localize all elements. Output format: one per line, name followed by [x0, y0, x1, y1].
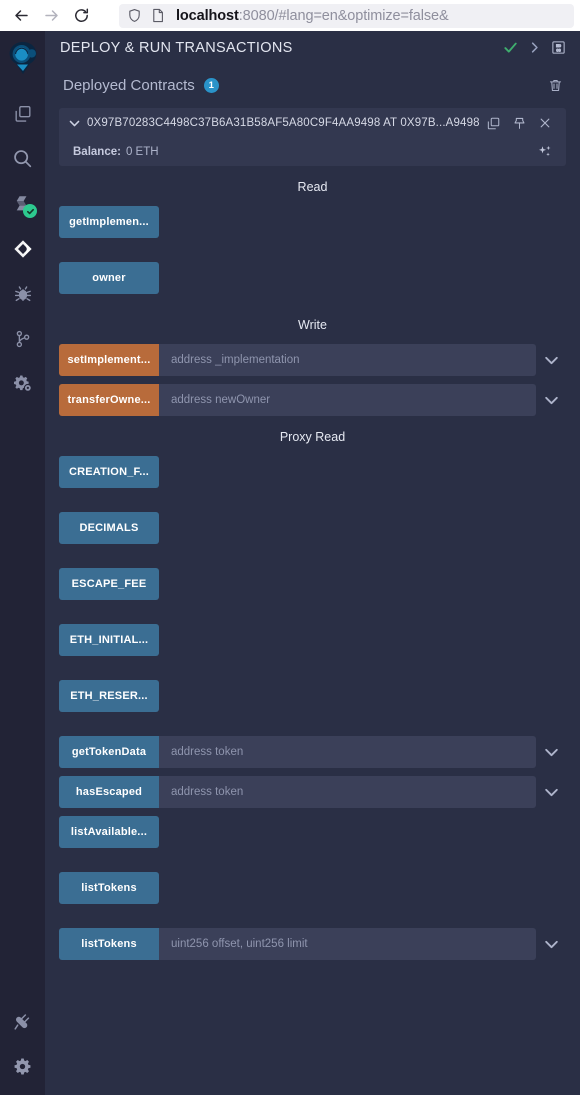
- url-text: localhost:8080/#lang=en&optimize=false&: [176, 8, 449, 24]
- function-button-eth-reser[interactable]: ETH_RESER...: [59, 680, 159, 712]
- file-explorer-icon: [13, 104, 33, 124]
- sidebar-item-git[interactable]: [0, 316, 45, 361]
- function-row: ESCAPE_FEE: [59, 568, 566, 600]
- deployed-contracts-count: 1: [203, 77, 219, 93]
- svg-text:06: 06: [556, 47, 561, 52]
- function-button-transferowne[interactable]: transferOwne...: [59, 384, 159, 416]
- search-icon: [12, 148, 33, 169]
- function-row: ETH_INITIAL...: [59, 624, 566, 656]
- url-host: localhost: [176, 7, 239, 24]
- chevron-right-icon[interactable]: [522, 36, 546, 60]
- function-row: listTokens: [59, 872, 566, 904]
- deployed-contracts-title: Deployed Contracts: [63, 76, 195, 94]
- contract-balance-row: Balance: 0 ETH: [59, 138, 566, 166]
- function-button-listtokens[interactable]: listTokens: [59, 872, 159, 904]
- debugger-icon: [13, 284, 33, 304]
- expand-params-chevron-down-icon[interactable]: [536, 736, 566, 768]
- function-button-listavailable[interactable]: listAvailable...: [59, 816, 159, 848]
- function-input[interactable]: address _implementation: [159, 344, 536, 376]
- compiler-success-badge: [23, 204, 37, 218]
- page-title: DEPLOY & RUN TRANSACTIONS: [60, 39, 293, 56]
- browser-reload-button[interactable]: [66, 1, 96, 31]
- sidebar-item-debugger[interactable]: [0, 271, 45, 316]
- function-row: listAvailable...: [59, 816, 566, 848]
- function-row: setImplement... address _implementation: [59, 344, 566, 376]
- function-row: getImplemen...: [59, 206, 566, 238]
- function-group-label: Write: [298, 318, 327, 332]
- function-input[interactable]: address token: [159, 776, 536, 808]
- contract-header-row[interactable]: 0X97B70283C4498C37B6A31B58AF5A80C9F4AA94…: [59, 108, 566, 138]
- function-input[interactable]: uint256 offset, uint256 limit: [159, 928, 536, 960]
- balance-value: 0 ETH: [125, 146, 159, 158]
- icon-sidebar: [0, 31, 45, 1095]
- function-input[interactable]: address token: [159, 736, 536, 768]
- expand-params-chevron-down-icon[interactable]: [536, 344, 566, 376]
- copy-icon[interactable]: [480, 116, 506, 131]
- function-group-label: Proxy Read: [279, 430, 346, 444]
- url-rest: :8080/#lang=en&optimize=false&: [238, 7, 449, 24]
- deploy-run-icon: [12, 238, 34, 260]
- sidebar-item-plugins[interactable]: [0, 999, 45, 1044]
- remix-logo[interactable]: [5, 39, 41, 77]
- function-button-gettokendata[interactable]: getTokenData: [59, 736, 159, 768]
- function-row: hasEscaped address token: [59, 776, 566, 808]
- url-bar[interactable]: localhost:8080/#lang=en&optimize=false&: [119, 3, 574, 28]
- expand-params-chevron-down-icon[interactable]: [536, 776, 566, 808]
- sidebar-item-search[interactable]: [0, 136, 45, 181]
- chevron-down-icon[interactable]: [65, 117, 83, 130]
- panel-header: DEPLOY & RUN TRANSACTIONS E0 06: [45, 31, 580, 64]
- browser-forward-button[interactable]: [36, 1, 66, 31]
- function-button-owner[interactable]: owner: [59, 262, 159, 294]
- functions-area: Read getImplemen... owner Write setImplement…: [45, 166, 580, 1095]
- function-row: DECIMALS: [59, 512, 566, 544]
- pin-icon[interactable]: [506, 116, 532, 131]
- check-icon[interactable]: [498, 36, 522, 60]
- page-icon: [151, 8, 165, 23]
- balance-label: Balance:: [73, 146, 121, 158]
- function-button-setimplement[interactable]: setImplement...: [59, 344, 159, 376]
- shield-icon: [127, 8, 142, 23]
- function-group-label: Read: [297, 180, 328, 194]
- sidebar-item-settings[interactable]: [0, 1044, 45, 1089]
- browser-toolbar: localhost:8080/#lang=en&optimize=false&: [0, 0, 580, 31]
- expand-params-chevron-down-icon[interactable]: [536, 384, 566, 416]
- function-button-decimals[interactable]: DECIMALS: [59, 512, 159, 544]
- function-row: ETH_RESER...: [59, 680, 566, 712]
- contract-address-label: 0X97B70283C4498C37B6A31B58AF5A80C9F4AA94…: [87, 117, 480, 129]
- sidebar-item-file-explorer[interactable]: [0, 91, 45, 136]
- function-button-escape-fee[interactable]: ESCAPE_FEE: [59, 568, 159, 600]
- function-button-getimplemen[interactable]: getImplemen...: [59, 206, 159, 238]
- function-input[interactable]: address newOwner: [159, 384, 536, 416]
- function-button-eth-initial[interactable]: ETH_INITIAL...: [59, 624, 159, 656]
- deploy-run-panel: DEPLOY & RUN TRANSACTIONS E0 06 Deployed …: [45, 31, 580, 1095]
- deployed-contract-card: 0X97B70283C4498C37B6A31B58AF5A80C9F4AA94…: [59, 108, 566, 166]
- function-row: owner: [59, 262, 566, 294]
- function-button-creation-f[interactable]: CREATION_F...: [59, 456, 159, 488]
- function-row: getTokenData address token: [59, 736, 566, 768]
- close-icon[interactable]: [532, 116, 558, 130]
- sparkles-icon[interactable]: [532, 144, 558, 160]
- settings-gear-icon: [13, 1057, 32, 1076]
- console-icon[interactable]: E0 06: [546, 36, 570, 60]
- sidebar-item-plugin-manager[interactable]: [0, 361, 45, 406]
- deployed-contracts-header: Deployed Contracts 1: [45, 64, 580, 108]
- function-button-hasescaped[interactable]: hasEscaped: [59, 776, 159, 808]
- function-row: transferOwne... address newOwner: [59, 384, 566, 416]
- sidebar-item-deploy-run[interactable]: [0, 226, 45, 271]
- remix-ide: DEPLOY & RUN TRANSACTIONS E0 06 Deployed …: [0, 31, 580, 1095]
- browser-back-button[interactable]: [6, 1, 36, 31]
- git-icon: [13, 329, 33, 349]
- plugin-icon: [13, 1012, 33, 1032]
- trash-icon[interactable]: [544, 74, 566, 96]
- function-row: CREATION_F...: [59, 456, 566, 488]
- expand-params-chevron-down-icon[interactable]: [536, 928, 566, 960]
- function-row: listTokens uint256 offset, uint256 limit: [59, 928, 566, 960]
- sidebar-item-solidity-compiler[interactable]: [0, 181, 45, 226]
- function-button-listtokens[interactable]: listTokens: [59, 928, 159, 960]
- plugin-manager-icon: [12, 373, 33, 394]
